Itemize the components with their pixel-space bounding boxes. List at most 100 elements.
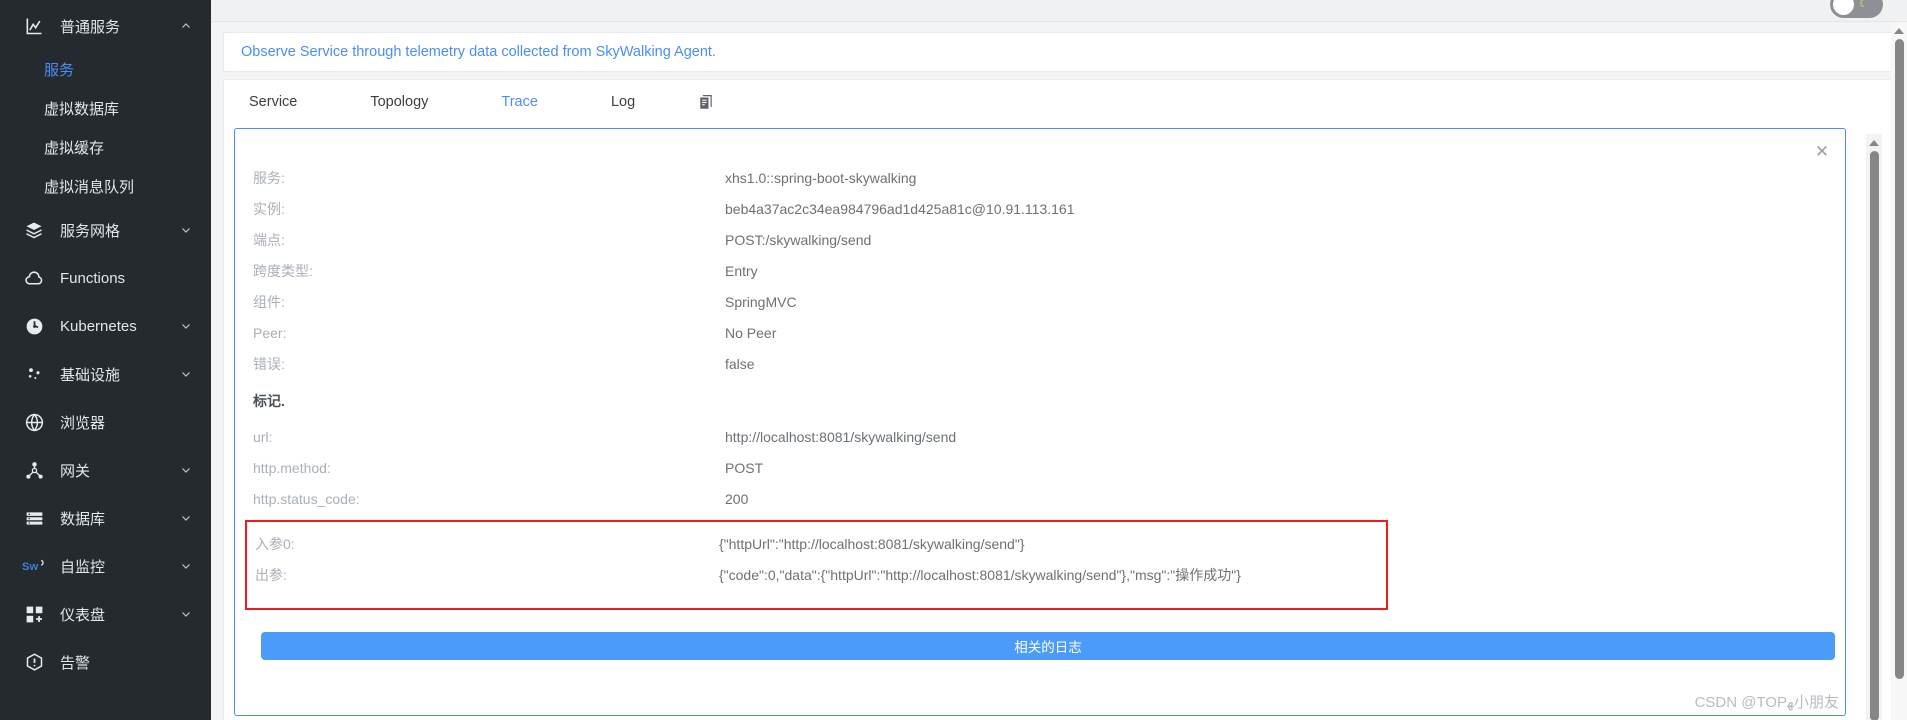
tag-row-response-param: 出参: {"code":0,"data":{"httpUrl":"http://…	[255, 559, 1386, 590]
tab-trace[interactable]: Trace	[491, 94, 548, 110]
main-area: ☾ Observe Service through telemetry data…	[211, 0, 1907, 720]
field-value: POST:/skywalking/send	[725, 231, 872, 248]
sidebar-item-label: 自监控	[60, 558, 106, 576]
field-label: 实例:	[253, 200, 285, 217]
field-label: 服务:	[253, 169, 285, 186]
watermark: CSDN @TOPﻬ小朋友	[1694, 694, 1839, 711]
sidebar-item-general-service[interactable]: 普通服务	[0, 2, 211, 50]
field-label: 跨度类型:	[253, 262, 313, 279]
tag-label: 出参:	[255, 566, 287, 583]
chevron-up-icon[interactable]	[179, 19, 193, 33]
kubernetes-icon	[22, 314, 46, 338]
chevron-down-icon[interactable]	[179, 463, 193, 477]
chart-bar-icon	[22, 14, 46, 38]
panel-scrollbar[interactable]	[1866, 134, 1882, 720]
tag-value: http://localhost:8081/skywalking/send	[725, 428, 957, 445]
sidebar-item-label: 普通服务	[60, 18, 121, 36]
sidebar-item-label: 服务网格	[60, 222, 121, 240]
chevron-down-icon[interactable]	[179, 511, 193, 525]
sidebar-item-virtual-cache[interactable]: 虚拟缓存	[0, 128, 211, 167]
field-value: SpringMVC	[725, 293, 797, 310]
banner-text: Observe Service through telemetry data c…	[241, 44, 716, 60]
page-scrollbar[interactable]	[1891, 22, 1907, 720]
cloud-icon	[22, 266, 46, 290]
detail-row-endpoint: 端点: POST:/skywalking/send	[253, 224, 1845, 255]
tag-label: url:	[253, 428, 273, 445]
field-value: No Peer	[725, 324, 777, 341]
field-label: 组件:	[253, 293, 285, 310]
sidebar-item-gateway[interactable]: 网关	[0, 446, 211, 494]
dark-mode-toggle[interactable]: ☾	[1830, 0, 1883, 18]
content-scroll-region: Observe Service through telemetry data c…	[211, 22, 1907, 720]
sidebar-item-kubernetes[interactable]: Kubernetes	[0, 302, 211, 350]
chevron-down-icon[interactable]	[179, 559, 193, 573]
no-chevron	[179, 415, 193, 429]
sidebar-item-label: 告警	[60, 654, 91, 672]
field-value: beb4a37ac2c34ea984796ad1d425a81c@10.91.1…	[725, 200, 1075, 217]
sidebar-item-label: 数据库	[60, 510, 106, 528]
top-bar: ☾	[211, 0, 1907, 22]
tag-label: 入参0:	[255, 535, 295, 552]
sidebar-item-functions[interactable]: Functions	[0, 254, 211, 302]
nodes-icon	[22, 362, 46, 386]
scroll-up-arrow-icon[interactable]	[1869, 140, 1879, 146]
gateway-icon	[22, 458, 46, 482]
database-icon	[22, 506, 46, 530]
chevron-down-icon[interactable]	[179, 367, 193, 381]
tag-value: {"code":0,"data":{"httpUrl":"http://loca…	[719, 566, 1241, 583]
sidebar-item-database[interactable]: 数据库	[0, 494, 211, 542]
tag-row-http-method: http.method: POST	[253, 452, 1845, 483]
highlighted-params-box: 入参0: {"httpUrl":"http://localhost:8081/s…	[245, 520, 1388, 610]
detail-row-error: 错误: false	[253, 348, 1845, 379]
tag-value: 200	[725, 490, 749, 507]
related-logs-button[interactable]: 相关的日志	[261, 632, 1835, 660]
scrollbar-thumb[interactable]	[1869, 151, 1879, 720]
chevron-down-icon[interactable]	[179, 223, 193, 237]
sidebar-item-label: 仪表盘	[60, 606, 106, 624]
field-label: 端点:	[253, 231, 285, 248]
tab-log[interactable]: Log	[601, 94, 645, 110]
chevron-down-icon[interactable]	[179, 319, 193, 333]
tag-row-request-param: 入参0: {"httpUrl":"http://localhost:8081/s…	[255, 528, 1386, 559]
copy-documents-icon[interactable]	[698, 93, 716, 111]
tab-topology[interactable]: Topology	[360, 94, 438, 110]
app-root: 普通服务 服务 虚拟数据库 虚拟缓存 虚拟消息队列 服务网格 Functions…	[0, 0, 1907, 720]
globe-icon	[22, 410, 46, 434]
sidebar-item-virtual-mq[interactable]: 虚拟消息队列	[0, 167, 211, 206]
moon-icon: ☾	[1859, 0, 1869, 10]
sidebar-item-label: 基础设施	[60, 366, 121, 384]
field-value: xhs1.0::spring-boot-skywalking	[725, 169, 917, 186]
sidebar-item-service-mesh[interactable]: 服务网格	[0, 206, 211, 254]
sidebar-item-virtual-database[interactable]: 虚拟数据库	[0, 89, 211, 128]
sidebar-item-self-observability[interactable]: Sw 自监控	[0, 542, 211, 590]
sidebar-item-browser[interactable]: 浏览器	[0, 398, 211, 446]
sidebar-subitem-label: 虚拟数据库	[44, 101, 120, 118]
dashboard-grid-icon	[22, 602, 46, 626]
tag-value: POST	[725, 459, 764, 476]
svg-text:Sw: Sw	[22, 561, 38, 573]
sidebar-item-alarm[interactable]: 告警	[0, 638, 211, 686]
sidebar-item-service[interactable]: 服务	[0, 50, 211, 89]
tag-label: http.status_code:	[253, 490, 360, 507]
sidebar-item-label: 浏览器	[60, 414, 106, 432]
toggle-knob	[1833, 0, 1854, 15]
tag-row-http-status-code: http.status_code: 200	[253, 483, 1845, 514]
tags-section-title: 标记.	[253, 393, 285, 409]
field-label: Peer:	[253, 324, 287, 341]
no-chevron	[179, 655, 193, 669]
sidebar-item-infrastructure[interactable]: 基础设施	[0, 350, 211, 398]
page-description-banner: Observe Service through telemetry data c…	[223, 32, 1895, 72]
layers-icon	[22, 218, 46, 242]
close-icon[interactable]: ✕	[1813, 142, 1831, 160]
sidebar: 普通服务 服务 虚拟数据库 虚拟缓存 虚拟消息队列 服务网格 Functions…	[0, 0, 211, 720]
no-chevron	[179, 271, 193, 285]
skywalking-logo-icon: Sw	[22, 554, 46, 578]
scroll-up-arrow-icon[interactable]	[1894, 28, 1904, 34]
field-value: false	[725, 355, 755, 372]
chevron-down-icon[interactable]	[179, 607, 193, 621]
sidebar-item-label: Kubernetes	[60, 317, 137, 335]
tag-value: {"httpUrl":"http://localhost:8081/skywal…	[719, 535, 1025, 552]
scrollbar-thumb[interactable]	[1894, 39, 1904, 679]
tab-service[interactable]: Service	[239, 94, 307, 110]
sidebar-item-dashboard[interactable]: 仪表盘	[0, 590, 211, 638]
